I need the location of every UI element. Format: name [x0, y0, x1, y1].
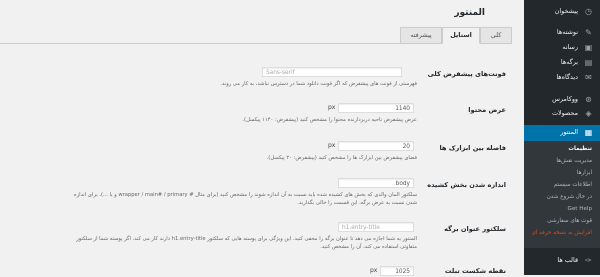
tablet-breakpoint-unit: px — [370, 267, 378, 274]
tab-general[interactable]: کلی — [480, 27, 512, 44]
sidebar-item-label: نوشته‌ها — [556, 28, 578, 36]
sidebar-item-label: المنتور — [560, 128, 578, 136]
setting-desc-page-title-selector: المنتور به شما اجازه می دهد تا عنوان برگ… — [76, 236, 417, 242]
widgets-space-unit: px — [328, 142, 336, 149]
tab-style[interactable]: استایل — [442, 27, 480, 44]
submenu-item-system-info[interactable]: اطلاعات سیستم — [554, 182, 592, 188]
setting-desc-stretched-section-2: شدن نسبت به عرض برگه، این قسمت را خالی ب… — [297, 200, 417, 206]
media-icon: ▣ — [584, 43, 593, 52]
setting-desc-widgets-space: فضای پیشفرض بین ابزارک ها را مشخص کنید (… — [266, 155, 417, 161]
sidebar-item-label: ووکامرس — [552, 95, 578, 103]
submenu-item-settings[interactable]: تنظیمات — [568, 146, 592, 152]
sidebar-item-media[interactable]: ▣ رسانه — [524, 40, 600, 56]
sidebar-item-label: پیشخوان — [554, 7, 578, 15]
submenu-item-go-pro[interactable]: افزایش به نسخه حرفه ای — [531, 230, 592, 236]
sidebar-item-label: قالب ها — [557, 256, 578, 264]
sidebar-item-appearance[interactable]: ✑ قالب ها — [524, 253, 600, 269]
sidebar-item-elementor[interactable]: ▦ المنتور — [518, 125, 600, 141]
setting-label-tablet-breakpoint: نقطه شکست تبلت — [444, 267, 506, 275]
sidebar-item-posts[interactable]: ✎ نوشته‌ها — [524, 25, 600, 41]
sidebar-item-pages[interactable]: ▤ برگه‌ها — [524, 55, 600, 71]
setting-label-widgets-space: فاصله بین ابزارک ها — [439, 144, 506, 152]
submenu-item-tools[interactable]: ابزارها — [577, 170, 592, 176]
comments-icon: ✉ — [585, 73, 592, 82]
setting-label-stretched-section: اندازه شدن بخش کشیده — [427, 181, 506, 189]
submenu-item-custom-fonts[interactable]: قوت های سفارشی — [547, 218, 592, 224]
submenu-item-getting-started[interactable]: در حال شروع شدن — [547, 194, 592, 200]
sidebar-item-label: محصولات — [551, 109, 578, 117]
page-title: المنتور — [454, 8, 485, 18]
pin-icon: ✎ — [585, 28, 592, 37]
submenu-item-role-manager[interactable]: مدیریت نقش‌ها — [556, 158, 592, 164]
setting-label-default-fonts: فونت‌های پیشفرض کلی — [427, 70, 506, 78]
admin-sidebar: ◷ پیشخوان ✎ نوشته‌ها ▣ رسانه ▤ برگه‌ها ✉… — [518, 0, 600, 275]
sidebar-item-label: رسانه — [562, 43, 578, 51]
elementor-icon: ▦ — [584, 128, 593, 137]
sidebar-item-products[interactable]: ◈ محصولات — [524, 106, 600, 122]
dashboard-icon: ◷ — [585, 7, 592, 16]
woocommerce-icon: ⊛ — [585, 95, 592, 104]
default-fonts-input[interactable]: Sans-serif — [262, 67, 402, 77]
setting-desc-page-title-selector-2: متفاوتی استفاده می کند، آن را مشخص کنید. — [320, 244, 417, 250]
content-width-unit: px — [328, 104, 336, 111]
elementor-submenu: تنظیمات مدیریت نقش‌ها ابزارها اطلاعات سی… — [524, 141, 600, 248]
page-title-selector-input[interactable]: h1.entry-title — [338, 222, 414, 232]
sidebar-item-label: دیدگاه‌ها — [556, 73, 578, 81]
appearance-icon: ✑ — [585, 256, 592, 265]
setting-desc-stretched-section: سلکتور المان والدی که بخش های کشیده شده … — [73, 192, 417, 198]
setting-label-content-width: عرض محتوا — [468, 106, 506, 114]
submenu-item-get-help[interactable]: Get Help — [568, 206, 593, 212]
sidebar-item-dashboard[interactable]: ◷ پیشخوان — [524, 4, 600, 20]
tab-advanced[interactable]: پیشرفته — [400, 27, 442, 44]
sidebar-item-comments[interactable]: ✉ دیدگاه‌ها — [524, 70, 600, 86]
stretched-section-input[interactable]: body — [338, 178, 414, 188]
setting-desc-content-width: عرض پیشفرض ناحیه دربردارنده محتوا را مشخ… — [242, 117, 417, 123]
products-icon: ◈ — [585, 109, 592, 118]
pages-icon: ▤ — [584, 58, 593, 67]
content-width-input[interactable]: 1140 — [338, 103, 414, 113]
setting-label-page-title-selector: سلکتور عنوان برگه — [444, 225, 506, 233]
widgets-space-input[interactable]: 20 — [338, 141, 414, 151]
setting-desc-default-fonts: فهرستی از فونت های پیشفرض که اگر فونت دا… — [220, 81, 417, 87]
sidebar-item-label: برگه‌ها — [560, 58, 578, 66]
